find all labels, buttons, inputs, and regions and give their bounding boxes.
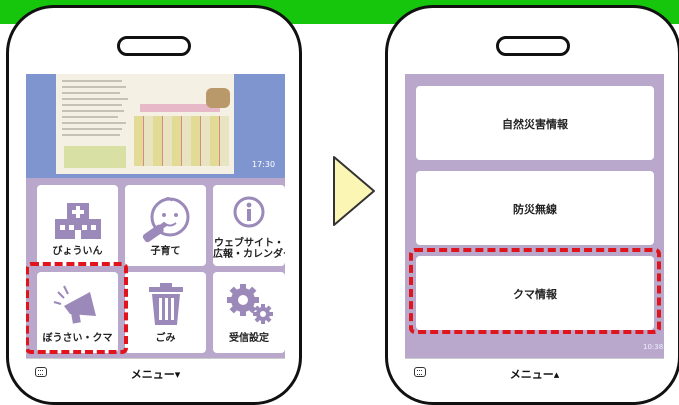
highlight-box — [409, 248, 661, 334]
tile-website[interactable]: ウェブサイト・ 広報・カレンダー — [213, 185, 285, 266]
hospital-icon — [54, 203, 101, 239]
tile-childcare[interactable]: 子育て — [125, 185, 206, 266]
newsletter-thumbnail — [56, 74, 234, 174]
card-natural-disaster[interactable]: 自然災害情報 — [416, 86, 654, 160]
left-phone: 17:30 びょういん 子育て ウェブサイト・ 広報・カレンダー ぼうさい・クマ… — [6, 5, 302, 405]
next-arrow-icon — [333, 156, 375, 226]
menu-toggle[interactable]: メニュー▴ — [405, 366, 664, 382]
tile-label-line1: ウェブサイト・ — [214, 238, 284, 249]
speaker-slot — [496, 36, 570, 56]
menu-bar: メニュー▴ — [405, 358, 664, 399]
tile-hospital[interactable]: びょういん — [37, 185, 118, 266]
trash-icon — [148, 283, 183, 325]
card-label: 防災無線 — [513, 203, 557, 216]
tile-garbage[interactable]: ごみ — [125, 272, 206, 353]
gear-icon — [227, 284, 273, 324]
info-icon — [233, 196, 265, 228]
baby-icon — [142, 197, 189, 243]
disaster-menu-screen: 自然災害情報 防災無線 クマ情報 10:38 — [405, 74, 664, 358]
banner-time: 17:30 — [252, 160, 276, 169]
highlight-box — [26, 262, 128, 354]
home-screen: 17:30 びょういん 子育て ウェブサイト・ 広報・カレンダー ぼうさい・クマ… — [26, 74, 285, 358]
speaker-slot — [117, 36, 191, 56]
tile-label: ウェブサイト・ 広報・カレンダー — [213, 238, 285, 260]
screen-time: 10:38 — [643, 343, 664, 351]
menu-bar: メニュー▾ — [26, 358, 285, 399]
tile-label: 子育て — [150, 246, 181, 257]
card-disaster-radio[interactable]: 防災無線 — [416, 171, 654, 245]
tile-label: 受信設定 — [229, 333, 269, 344]
menu-toggle[interactable]: メニュー▾ — [26, 366, 285, 382]
newsletter-banner[interactable]: 17:30 — [26, 74, 285, 178]
tile-label: びょういん — [52, 246, 103, 257]
card-label: 自然災害情報 — [502, 118, 568, 131]
tile-receive-settings[interactable]: 受信設定 — [213, 272, 285, 353]
tile-label-line2: 広報・カレンダー — [213, 249, 285, 260]
tile-label: ごみ — [155, 333, 176, 344]
right-phone: 自然災害情報 防災無線 クマ情報 10:38 メニュー▴ — [385, 5, 679, 405]
